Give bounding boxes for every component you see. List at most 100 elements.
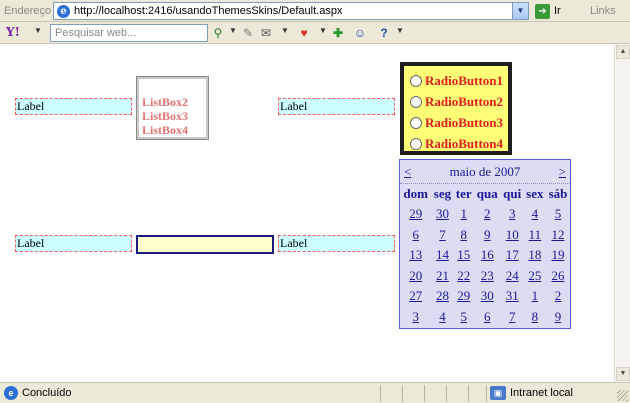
calendar-grid: dom seg ter qua qui sex sáb 29 30 1 2 3 … [400, 184, 570, 327]
security-zone-text: Intranet local [510, 387, 573, 399]
calendar-day[interactable]: 29 [454, 286, 474, 307]
calendar-day[interactable]: 2 [474, 204, 501, 225]
calendar-day[interactable]: 12 [546, 225, 570, 246]
calendar-weekday: sex [526, 186, 544, 201]
scroll-up-icon[interactable]: ▲ [616, 45, 630, 59]
calendar-day[interactable]: 23 [474, 266, 501, 287]
address-dropdown-icon[interactable]: ▼ [512, 3, 528, 19]
resize-grip-icon[interactable] [617, 390, 628, 401]
calendar-week-row: 13 14 15 16 17 18 19 [400, 245, 570, 266]
calendar-day[interactable]: 24 [501, 266, 524, 287]
calendar-day[interactable]: 22 [454, 266, 474, 287]
radio-option-3[interactable]: RadioButton3 [410, 112, 508, 133]
calendar-day[interactable]: 9 [546, 307, 570, 328]
page-done-icon: e [4, 386, 18, 400]
ie-page-icon: e [57, 5, 70, 18]
calendar-weekday: qui [503, 186, 522, 201]
calendar-day[interactable]: 1 [454, 204, 474, 225]
calendar-day[interactable]: 28 [431, 286, 453, 307]
calendar-prev-month[interactable]: < [404, 164, 411, 180]
calendar-day[interactable]: 20 [400, 266, 431, 287]
search-input[interactable]: Pesquisar web... [50, 24, 208, 42]
help-dropdown-icon[interactable]: ▼ [396, 26, 404, 35]
status-separator [468, 385, 469, 402]
scroll-down-icon[interactable]: ▼ [616, 367, 630, 381]
calendar-day[interactable]: 4 [431, 307, 453, 328]
calendar-day[interactable]: 14 [431, 245, 453, 266]
calendar-day[interactable]: 29 [400, 204, 431, 225]
calendar-day[interactable]: 3 [400, 307, 431, 328]
calendar-day[interactable]: 31 [501, 286, 524, 307]
radio-label[interactable]: RadioButton3 [425, 115, 503, 131]
calendar-day[interactable]: 26 [546, 266, 570, 287]
calendar-day[interactable]: 17 [501, 245, 524, 266]
listbox-item[interactable]: ListBox4 [142, 123, 206, 137]
calendar-weekday: qua [476, 186, 498, 201]
radio-label[interactable]: RadioButton4 [425, 136, 503, 152]
calendar-day[interactable]: 1 [524, 286, 546, 307]
mail-icon[interactable]: ✉ [258, 25, 274, 41]
heart-icon[interactable]: ♥ [296, 25, 312, 41]
calendar-day[interactable]: 30 [474, 286, 501, 307]
calendar-day[interactable]: 25 [524, 266, 546, 287]
address-label: Endereço [4, 5, 52, 17]
status-separator [486, 385, 487, 402]
calendar-day[interactable]: 13 [400, 245, 431, 266]
vertical-scrollbar[interactable]: ▲ ▼ [614, 44, 630, 382]
radio-circle-icon[interactable] [410, 74, 422, 87]
calendar-day[interactable]: 4 [524, 204, 546, 225]
calendar-day[interactable]: 18 [524, 245, 546, 266]
calendar-day[interactable]: 9 [474, 225, 501, 246]
calendar-day[interactable]: 6 [474, 307, 501, 328]
calendar-day[interactable]: 7 [501, 307, 524, 328]
calendar-day[interactable]: 3 [501, 204, 524, 225]
address-input[interactable]: e http://localhost:2416/usandoThemesSkin… [53, 2, 529, 20]
calendar-day[interactable]: 16 [474, 245, 501, 266]
listbox-item[interactable]: ListBox2 [142, 95, 206, 109]
radio-option-2[interactable]: RadioButton2 [410, 91, 508, 112]
calendar-day[interactable]: 2 [546, 286, 570, 307]
highlight-icon[interactable]: ✎ [240, 25, 256, 41]
calendar-day[interactable]: 21 [431, 266, 453, 287]
radio-label[interactable]: RadioButton1 [425, 73, 503, 89]
text-input[interactable] [136, 235, 274, 254]
calendar-day[interactable]: 27 [400, 286, 431, 307]
calendar-day[interactable]: 30 [431, 204, 453, 225]
plus-icon[interactable]: ✚ [330, 25, 346, 41]
calendar-day[interactable]: 19 [546, 245, 570, 266]
calendar-weekday: seg [433, 186, 452, 201]
calendar-day[interactable]: 11 [524, 225, 546, 246]
radio-circle-icon[interactable] [410, 137, 422, 150]
heart-dropdown-icon[interactable]: ▼ [319, 26, 327, 35]
calendar-day[interactable]: 8 [454, 225, 474, 246]
messenger-icon[interactable]: ☺ [352, 25, 368, 41]
radio-option-1[interactable]: RadioButton1 [410, 70, 508, 91]
mail-dropdown-icon[interactable]: ▼ [281, 26, 289, 35]
calendar-day[interactable]: 7 [431, 225, 453, 246]
calendar-next-month[interactable]: > [559, 164, 566, 180]
calendar-day[interactable]: 8 [524, 307, 546, 328]
status-separator [446, 385, 447, 402]
search-dropdown-icon[interactable]: ▼ [229, 26, 237, 35]
yahoo-icon[interactable]: Y! [6, 25, 22, 41]
search-placeholder: Pesquisar web... [55, 27, 137, 39]
go-label: Ir [554, 5, 561, 17]
yahoo-dropdown-icon[interactable]: ▼ [34, 26, 42, 35]
listbox[interactable]: ListBox2 ListBox3 ListBox4 [136, 76, 209, 140]
radio-circle-icon[interactable] [410, 95, 422, 108]
label-4: Label [278, 235, 395, 252]
search-icon[interactable]: ⚲ [210, 25, 226, 41]
calendar-day[interactable]: 5 [546, 204, 570, 225]
calendar-day[interactable]: 10 [501, 225, 524, 246]
calendar-day[interactable]: 5 [454, 307, 474, 328]
listbox-item[interactable]: ListBox3 [142, 109, 206, 123]
links-button[interactable]: Links [590, 5, 616, 17]
calendar-month-title: maio de 2007 [449, 163, 521, 179]
radio-circle-icon[interactable] [410, 116, 422, 129]
radio-label[interactable]: RadioButton2 [425, 94, 503, 110]
go-button[interactable]: ➔ Ir [535, 3, 561, 19]
radio-option-4[interactable]: RadioButton4 [410, 133, 508, 154]
calendar-day[interactable]: 15 [454, 245, 474, 266]
help-icon[interactable]: ? [376, 25, 392, 41]
calendar-day[interactable]: 6 [400, 225, 431, 246]
